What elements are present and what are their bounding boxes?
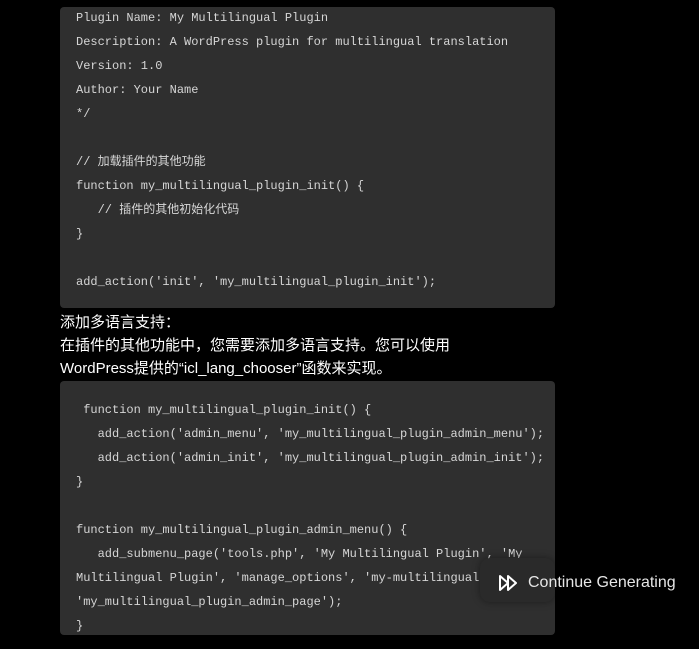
code-lines: Plugin Name: My Multilingual Plugin Desc… [76,6,539,294]
code-line: } [76,475,84,489]
code-line: Description: A WordPress plugin for mult… [76,35,509,49]
code-line: // 加载插件的其他功能 [76,155,206,169]
code-line: } [76,619,84,633]
code-line: add_action('admin_menu', 'my_multilingua… [76,427,545,441]
code-line: function my_multilingual_plugin_init() { [76,179,365,193]
code-line: // 插件的其他初始化代码 [76,203,240,217]
code-line: Multilingual Plugin', 'manage_options', … [76,571,545,585]
code-line: add_action('init', 'my_multilingual_plug… [76,275,437,289]
paragraph-line: 在插件的其他功能中，您需要添加多语言支持。您可以使用 [60,337,451,354]
code-line: 'my_multilingual_plugin_admin_page'); [76,595,343,609]
code-line: add_action('admin_init', 'my_multilingua… [76,451,545,465]
code-line: */ [76,107,91,121]
code-line: Plugin Name: My Multilingual Plugin [76,11,329,25]
code-line: } [76,227,84,241]
code-line: function my_multilingual_plugin_admin_me… [76,523,408,537]
fast-forward-icon [499,575,517,591]
code-block-1: Plugin Name: My Multilingual Plugin Desc… [60,7,555,308]
continue-generating-button[interactable]: Continue Generating [490,565,699,601]
code-line: Version: 1.0 [76,59,163,73]
code-line: add_submenu_page('tools.php', 'My Multil… [76,547,523,561]
continue-generating-label: Continue Generating [528,574,676,591]
code-line: Author: Your Name [76,83,199,97]
paragraph-line: WordPress提供的“icl_lang_chooser”函数来实现。 [60,360,392,377]
response-text: 添加多语言支持： 在插件的其他功能中，您需要添加多语言支持。您可以使用 Word… [60,311,450,380]
code-line: function my_multilingual_plugin_init() { [76,403,372,417]
section-heading: 添加多语言支持： [60,314,181,331]
